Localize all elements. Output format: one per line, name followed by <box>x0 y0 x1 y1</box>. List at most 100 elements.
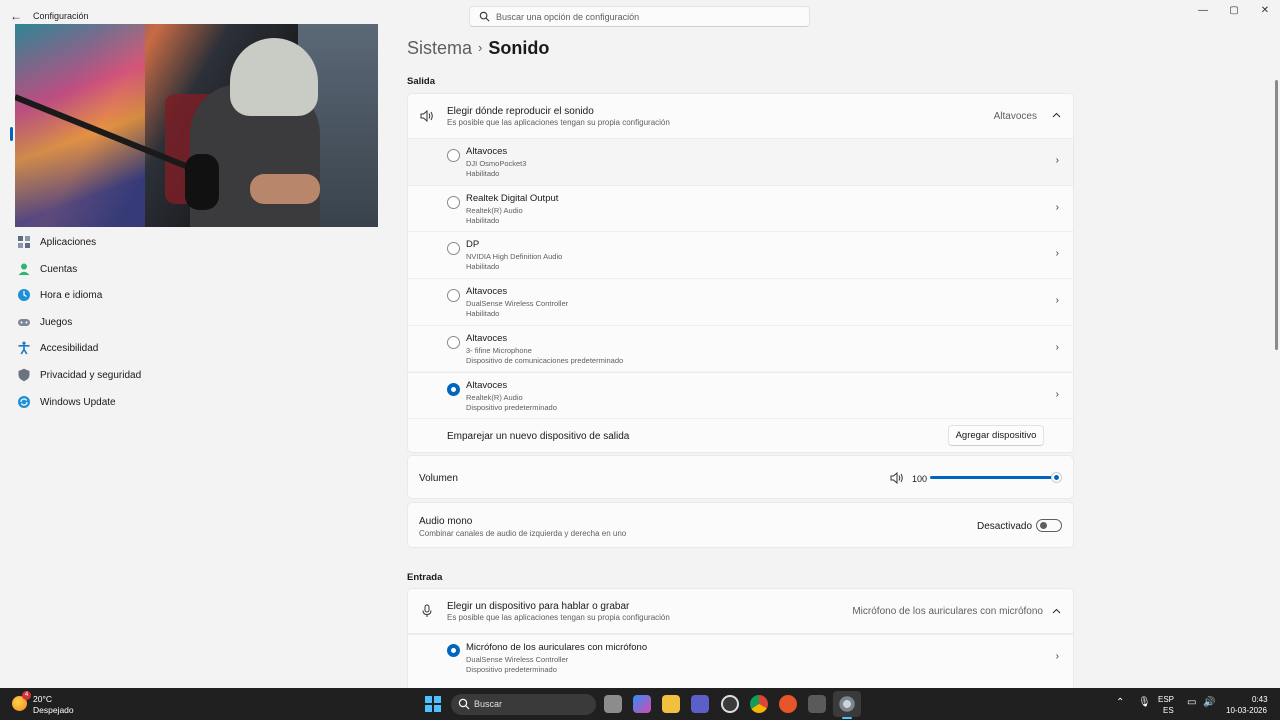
sidebar-item-privacidad[interactable]: Privacidad y seguridad <box>12 363 382 390</box>
chrome-icon[interactable] <box>750 695 768 713</box>
copilot-icon[interactable] <box>633 695 651 713</box>
volume-speaker-icon[interactable] <box>890 472 904 484</box>
chevron-up-icon[interactable] <box>1052 608 1061 614</box>
breadcrumb-sistema[interactable]: Sistema <box>407 38 472 58</box>
device-radio[interactable] <box>447 335 460 349</box>
chevron-right-icon[interactable]: › <box>1056 651 1059 662</box>
clock-time[interactable]: 0:43 <box>1252 695 1268 704</box>
weather-desc: Despejado <box>33 705 74 715</box>
windows-start-icon[interactable] <box>425 696 441 712</box>
microphone-icon <box>422 604 432 617</box>
speaker-icon <box>420 110 433 122</box>
input-chooser-value: Micrófono de los auriculares con micrófo… <box>852 606 1043 617</box>
settings-search-input[interactable]: Buscar una opción de configuración <box>469 6 810 27</box>
tray-overflow-icon[interactable]: ⌃ <box>1116 697 1124 708</box>
volume-icon[interactable]: 🔊 <box>1203 697 1215 708</box>
sidebar-nav: Aplicaciones Cuentas Hora e idioma Juego… <box>12 230 382 416</box>
tray-microphone-icon[interactable]: 🎙 <box>1138 697 1151 708</box>
sidebar-item-cuentas[interactable]: Cuentas <box>12 257 382 284</box>
device-driver: NVIDIA High Definition Audio <box>466 252 563 262</box>
taskbar: 4 20°C Despejado Buscar ⌃ 🎙 ESP ES ▭ 🔊 0… <box>0 688 1280 720</box>
game-launcher-icon[interactable] <box>779 695 797 713</box>
device-name: DP <box>466 239 480 251</box>
device-status: Habilitado <box>466 309 500 319</box>
device-radio[interactable] <box>447 289 460 303</box>
device-radio-selected[interactable] <box>447 382 460 396</box>
close-button[interactable]: ✕ <box>1249 4 1280 18</box>
sidebar-item-label: Privacidad y seguridad <box>40 369 142 381</box>
output-chooser-subtitle: Es posible que las aplicaciones tengan s… <box>447 118 670 127</box>
clock-date[interactable]: 10-03-2026 <box>1226 706 1267 715</box>
maximize-button[interactable]: ▢ <box>1218 4 1250 18</box>
device-status: Dispositivo de comunicaciones predetermi… <box>466 355 624 365</box>
volume-slider-thumb[interactable] <box>1052 473 1061 482</box>
accounts-icon <box>18 263 30 275</box>
output-chooser-value: Altavoces <box>993 111 1037 122</box>
chevron-right-icon[interactable]: › <box>1056 389 1059 400</box>
windows-update-icon <box>18 395 30 408</box>
notification-badge: 4 <box>22 691 31 700</box>
obs-icon[interactable] <box>721 695 739 713</box>
device-status: Habilitado <box>466 169 500 178</box>
sidebar-item-juegos[interactable]: Juegos <box>12 310 382 337</box>
chevron-right-icon[interactable]: › <box>1056 155 1059 166</box>
accessibility-icon <box>18 341 30 355</box>
pair-label: Emparejar un nuevo dispositivo de salida <box>447 431 630 442</box>
device-radio-selected[interactable] <box>447 644 460 657</box>
device-radio[interactable] <box>447 195 460 209</box>
input-device-chooser[interactable]: Elegir un dispositivo para hablar o grab… <box>407 588 1074 634</box>
app-icon[interactable] <box>808 695 826 713</box>
device-driver: Realtek(R) Audio <box>466 205 523 215</box>
input-chooser-title: Elegir un dispositivo para hablar o grab… <box>447 601 630 612</box>
sidebar-item-accesibilidad[interactable]: Accesibilidad <box>12 336 382 363</box>
page-scrollbar[interactable] <box>1275 80 1278 350</box>
chevron-right-icon[interactable]: › <box>1056 295 1059 306</box>
output-device-item[interactable]: DP NVIDIA High Definition Audio Habilita… <box>407 231 1074 279</box>
input-device-item[interactable]: Micrófono de los auriculares con micrófo… <box>407 634 1074 688</box>
back-arrow-icon[interactable]: ← <box>8 8 24 24</box>
keyboard-layout[interactable]: ES <box>1163 706 1174 715</box>
shield-icon <box>18 368 30 382</box>
chevron-right-icon[interactable]: › <box>1056 202 1059 213</box>
device-status: Habilitado <box>466 215 500 225</box>
chevron-right-icon[interactable]: › <box>1056 248 1059 259</box>
nav-selection-indicator <box>10 127 13 141</box>
volume-slider-track[interactable] <box>930 476 1057 479</box>
device-radio[interactable] <box>447 242 460 256</box>
taskbar-search[interactable]: Buscar <box>451 694 596 715</box>
sidebar-item-label: Accesibilidad <box>40 343 99 355</box>
sidebar-item-windows-update[interactable]: Windows Update <box>12 390 382 417</box>
volume-label: Volumen <box>419 473 458 484</box>
sidebar-item-label: Aplicaciones <box>40 237 97 248</box>
teams-icon[interactable] <box>691 695 709 713</box>
device-name: Realtek Digital Output <box>466 192 559 204</box>
device-name: Altavoces <box>466 146 508 157</box>
file-explorer-icon[interactable] <box>662 695 680 713</box>
sidebar-item-label: Cuentas <box>40 263 78 275</box>
network-icon[interactable]: ▭ <box>1187 697 1196 708</box>
audio-mono-title: Audio mono <box>419 516 473 527</box>
minimize-button[interactable]: — <box>1187 4 1219 18</box>
input-language[interactable]: ESP <box>1158 695 1174 704</box>
task-view-icon[interactable] <box>604 695 622 713</box>
chevron-up-icon[interactable] <box>1052 112 1061 118</box>
chevron-right-icon[interactable]: › <box>1056 342 1059 353</box>
sidebar-item-label: Juegos <box>40 316 73 328</box>
output-device-item[interactable]: Altavoces DJI OsmoPocket3 Habilitado › <box>407 138 1074 185</box>
output-device-item[interactable]: Altavoces DualSense Wireless Controller … <box>407 278 1074 325</box>
output-device-item[interactable]: Realtek Digital Output Realtek(R) Audio … <box>407 184 1074 232</box>
device-status: Dispositivo predeterminado <box>466 665 557 674</box>
output-device-item[interactable]: Altavoces Realtek(R) Audio Dispositivo p… <box>407 371 1074 419</box>
weather-temp: 20°C <box>33 694 52 704</box>
add-device-button[interactable]: Agregar dispositivo <box>948 425 1044 446</box>
device-radio[interactable] <box>447 149 460 162</box>
device-name: Altavoces <box>466 379 508 391</box>
audio-mono-toggle[interactable] <box>1036 519 1062 532</box>
sidebar-item-aplicaciones[interactable]: Aplicaciones <box>12 230 382 257</box>
sidebar-item-hora-idioma[interactable]: Hora e idioma <box>12 283 382 310</box>
audio-mono-card: Audio mono Combinar canales de audio de … <box>407 502 1074 548</box>
settings-gear-icon[interactable] <box>838 695 856 713</box>
device-name: Altavoces <box>466 286 508 298</box>
output-device-chooser[interactable]: Elegir dónde reproducir el sonido Es pos… <box>407 93 1074 139</box>
output-device-item[interactable]: Altavoces 3- fifine Microphone Dispositi… <box>407 324 1074 372</box>
